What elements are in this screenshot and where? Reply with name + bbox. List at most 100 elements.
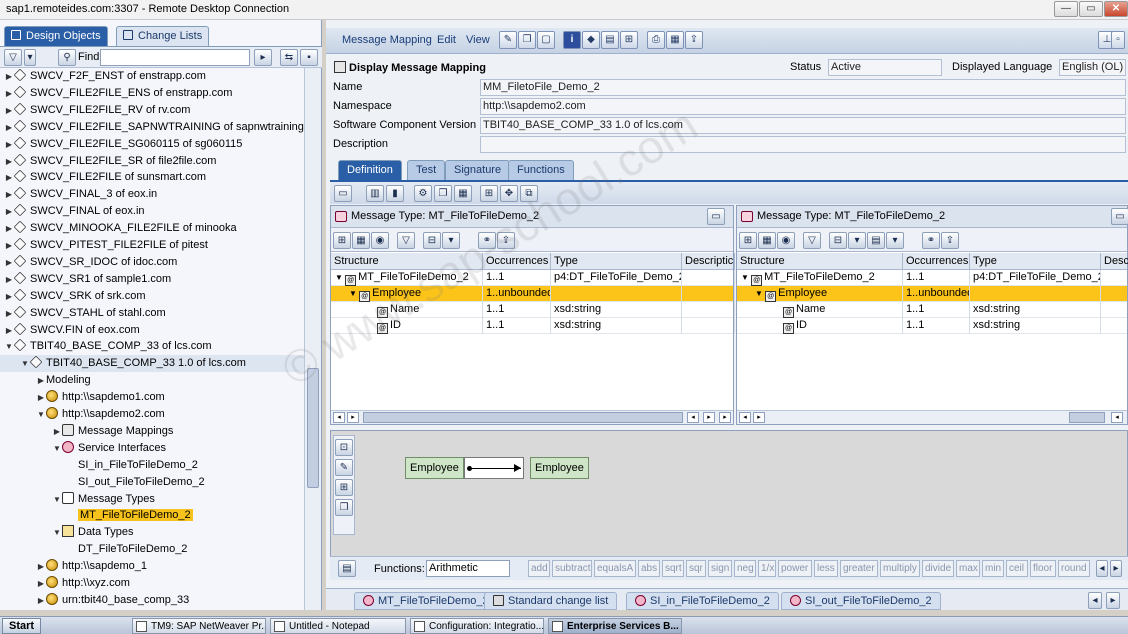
tree-scrollbar[interactable] bbox=[304, 68, 321, 610]
tree-item[interactable]: ▼ Message Types bbox=[0, 491, 304, 508]
scroll-left-icon[interactable]: ◂ bbox=[1096, 560, 1108, 577]
tree-structure-icon[interactable]: ⊞ bbox=[333, 232, 351, 249]
find-input[interactable] bbox=[100, 49, 250, 66]
collapse-arrow-icon[interactable]: ▼ bbox=[52, 491, 62, 508]
expand-arrow-icon[interactable]: ▶ bbox=[36, 609, 46, 610]
scroll-left-icon[interactable]: ◂ bbox=[1088, 592, 1102, 609]
chevron-down-icon[interactable]: ▾ bbox=[24, 49, 36, 66]
tab-standard-change-list[interactable]: Standard change list bbox=[484, 592, 618, 610]
expand-arrow-icon[interactable]: ▶ bbox=[4, 85, 14, 102]
tab-si-out[interactable]: SI_out_FileToFileDemo_2 bbox=[781, 592, 941, 610]
task-configuration[interactable]: Configuration: Integratio... bbox=[410, 618, 544, 634]
filter-icon[interactable]: ▽ bbox=[397, 232, 415, 249]
maximize-pane-icon[interactable]: ▭ bbox=[1111, 208, 1128, 225]
function-button[interactable]: add bbox=[528, 560, 550, 577]
scroll-left-icon[interactable]: ◂ bbox=[687, 412, 699, 423]
options-icon[interactable]: ▤ bbox=[867, 232, 885, 249]
collapse-arrow-icon[interactable]: ▼ bbox=[4, 338, 14, 355]
edit-icon[interactable]: ✎ bbox=[499, 31, 517, 49]
tree-item[interactable]: ▶ SWCV_FILE2FILE_SG060115 of sg060115 bbox=[0, 136, 304, 153]
function-button[interactable]: greater bbox=[840, 560, 878, 577]
column-header-description[interactable]: Desc bbox=[1101, 253, 1128, 270]
scroll-right-icon[interactable]: ▸ bbox=[753, 412, 765, 423]
tree-item[interactable]: ▶ SWCV_FINAL of eox.in bbox=[0, 203, 304, 220]
expand-all-icon[interactable]: ⊟ bbox=[829, 232, 847, 249]
export-icon[interactable]: ⇪ bbox=[941, 232, 959, 249]
tree-icon[interactable]: ⊞ bbox=[335, 479, 353, 496]
export-icon[interactable]: ⇪ bbox=[685, 31, 703, 49]
column-header-occurrences[interactable]: Occurrences bbox=[483, 253, 551, 270]
scroll-right-icon[interactable]: ▸ bbox=[1110, 560, 1122, 577]
binoculars-icon[interactable]: ⚭ bbox=[922, 232, 940, 249]
structure-row[interactable]: @ ID 1..1 xsd:string bbox=[737, 318, 1127, 334]
description-field[interactable] bbox=[480, 136, 1126, 153]
tree-item[interactable]: ▶ SWCV_SR1 of sample1.com bbox=[0, 271, 304, 288]
tree-item[interactable]: ▶ SWCV_FILE2FILE_SAPNWTRAINING of sapnwtr… bbox=[0, 119, 304, 136]
display-icon[interactable]: ▢ bbox=[537, 31, 555, 49]
scroll-right-icon[interactable]: ▸ bbox=[703, 412, 715, 423]
minimize-button[interactable]: — bbox=[1054, 1, 1078, 17]
tree-item[interactable]: ▶ http:\\sapdemo_1 bbox=[0, 558, 304, 575]
function-button[interactable]: 1/x bbox=[758, 560, 776, 577]
node-icon[interactable]: ◉ bbox=[777, 232, 795, 249]
tree-item[interactable]: ▶ SWCV_FILE2FILE of sunsmart.com bbox=[0, 169, 304, 186]
scrollbar-thumb[interactable] bbox=[1069, 412, 1105, 423]
function-button[interactable]: floor bbox=[1030, 560, 1056, 577]
collapse-arrow-icon[interactable]: ▼ bbox=[20, 355, 30, 372]
function-button[interactable]: sign bbox=[708, 560, 732, 577]
expand-arrow-icon[interactable]: ▶ bbox=[4, 119, 14, 136]
tree-item[interactable]: ▶ SWCV_SRK of srk.com bbox=[0, 288, 304, 305]
copy-icon[interactable]: ❐ bbox=[434, 185, 452, 202]
structure-row[interactable]: @ Name 1..1 xsd:string bbox=[331, 302, 735, 318]
tab-functions[interactable]: Functions bbox=[508, 160, 574, 180]
expand-arrow-icon[interactable]: ▶ bbox=[4, 136, 14, 153]
tree-item[interactable]: SI_in_FileToFileDemo_2 bbox=[0, 457, 304, 474]
tab-mt-filetofiledemo[interactable]: MT_FileToFileDemo_2 bbox=[354, 592, 498, 610]
delete-icon[interactable]: ▮ bbox=[386, 185, 404, 202]
options-dropdown-icon[interactable]: ▾ bbox=[886, 232, 904, 249]
settings-icon[interactable]: ⚙ bbox=[414, 185, 432, 202]
start-button[interactable]: Start bbox=[2, 618, 42, 634]
filter-icon[interactable]: ▽ bbox=[4, 49, 22, 66]
refresh-icon[interactable]: ⇆ bbox=[280, 49, 298, 66]
tab-test[interactable]: Test bbox=[407, 160, 446, 180]
function-button[interactable]: multiply bbox=[880, 560, 920, 577]
tree-icon[interactable]: ⊞ bbox=[620, 31, 638, 49]
export-icon[interactable]: ⇪ bbox=[497, 232, 515, 249]
tree-item[interactable]: MT_FileToFileDemo_2 bbox=[0, 507, 304, 524]
tree-item[interactable]: ▶ urn:tbit40_base_comp_33 bbox=[0, 592, 304, 609]
columns-icon[interactable]: ▥ bbox=[366, 185, 384, 202]
function-button[interactable]: neg bbox=[734, 560, 756, 577]
structure-row[interactable]: ▼ @ MT_FileToFileDemo_2 1..1 p4:DT_FileToFi… bbox=[737, 270, 1127, 286]
target-horizontal-scrollbar[interactable]: ◂ ▸ ◂ bbox=[737, 410, 1127, 424]
expand-icon[interactable]: ▫ bbox=[1111, 31, 1125, 49]
function-button[interactable]: divide bbox=[922, 560, 954, 577]
tree-item[interactable]: ▼ Data Types bbox=[0, 524, 304, 541]
tree-item[interactable]: ▶ SWCV.FIN of eox.com bbox=[0, 322, 304, 339]
scrollbar-thumb[interactable] bbox=[363, 412, 683, 423]
collapse-arrow-icon[interactable]: ▼ bbox=[741, 273, 751, 282]
tab-definition[interactable]: Definition bbox=[338, 160, 402, 180]
tree-item[interactable]: ▶ SWCV_MINOOKA_FILE2FILE of minooka bbox=[0, 220, 304, 237]
scroll-end-icon[interactable]: ▸ bbox=[719, 412, 731, 423]
open-icon[interactable]: ⊡ bbox=[335, 439, 353, 456]
mapping-connector[interactable] bbox=[464, 457, 524, 479]
tree-item[interactable]: ▶ Message Mappings bbox=[0, 423, 304, 440]
expand-arrow-icon[interactable]: ▶ bbox=[36, 558, 46, 575]
expand-arrow-icon[interactable]: ▶ bbox=[4, 203, 14, 220]
scrollbar-thumb[interactable] bbox=[307, 368, 319, 488]
tree-item[interactable]: ▶Imported Objects bbox=[0, 609, 304, 610]
function-library-icon[interactable]: ▤ bbox=[338, 560, 356, 577]
filter-dropdown-icon[interactable]: ▾ bbox=[848, 232, 866, 249]
collapse-arrow-icon[interactable]: ▼ bbox=[349, 289, 359, 298]
move-icon[interactable]: ✥ bbox=[500, 185, 518, 202]
function-category-select[interactable]: Arithmetic bbox=[426, 560, 510, 577]
expand-arrow-icon[interactable]: ▶ bbox=[4, 237, 14, 254]
tree-item[interactable]: ▶ SWCV_FILE2FILE_RV of rv.com bbox=[0, 102, 304, 119]
find-go-icon[interactable]: ▸ bbox=[254, 49, 272, 66]
table-icon[interactable]: ▦ bbox=[666, 31, 684, 49]
dependency-icon[interactable]: ⊞ bbox=[480, 185, 498, 202]
task-tm9[interactable]: TM9: SAP NetWeaver Pr... bbox=[132, 618, 266, 634]
filter-icon[interactable]: ▽ bbox=[803, 232, 821, 249]
collapse-arrow-icon[interactable]: ▼ bbox=[335, 273, 345, 282]
